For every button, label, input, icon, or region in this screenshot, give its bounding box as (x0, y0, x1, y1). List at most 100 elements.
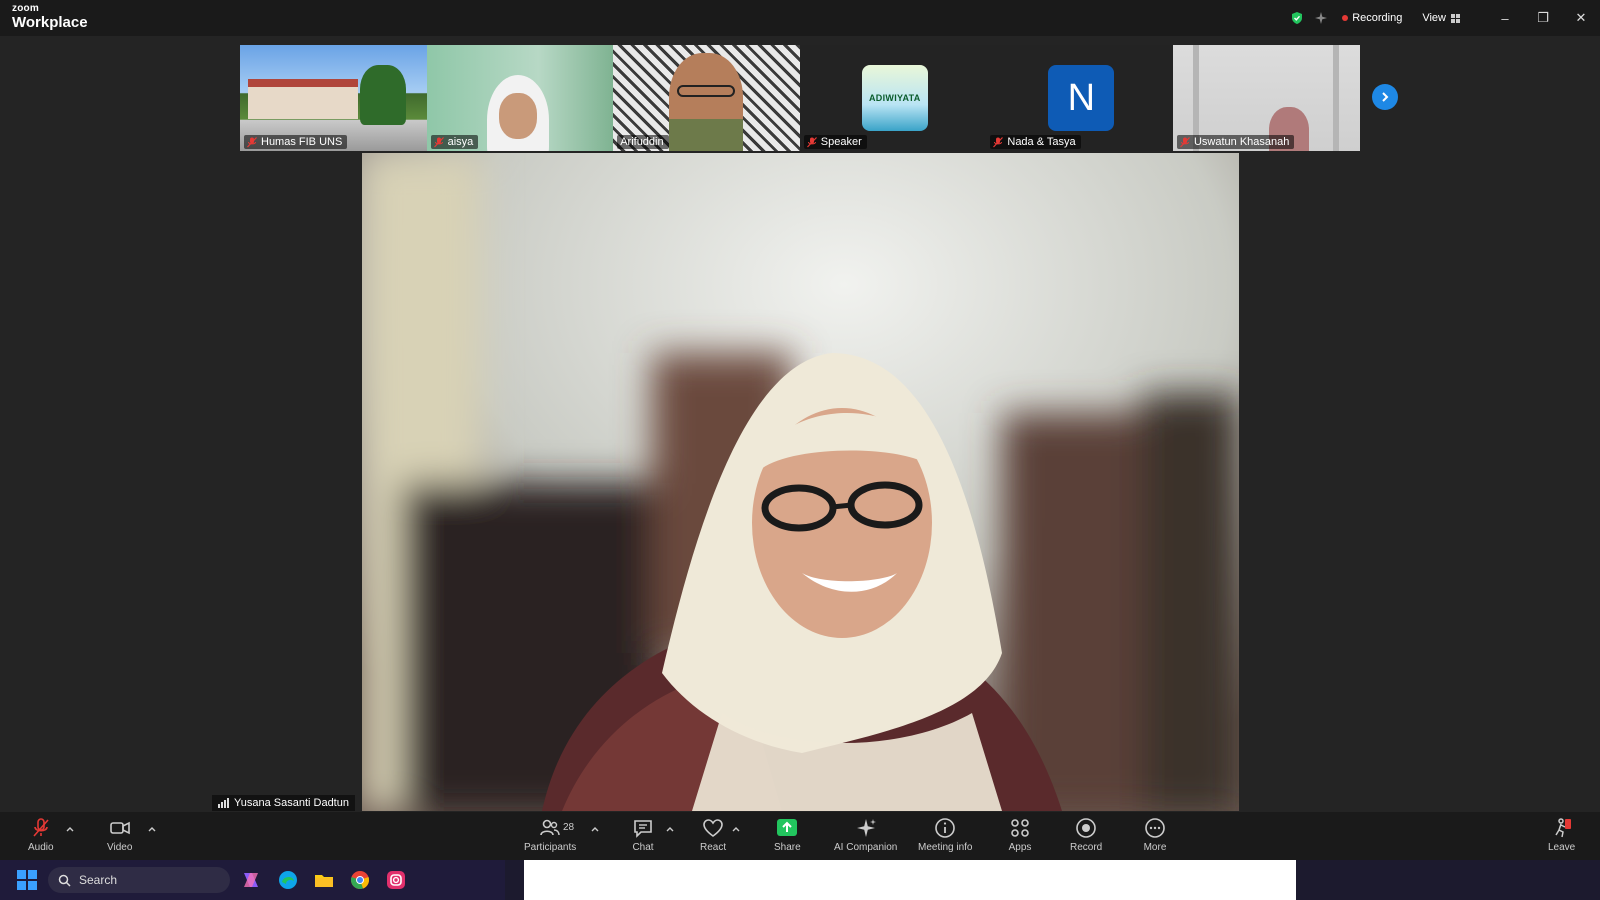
close-button[interactable]: ✕ (1562, 0, 1600, 36)
view-button[interactable]: View (1422, 12, 1460, 24)
participant-nameplate: Uswatun Khasanah (1176, 135, 1295, 149)
record-button[interactable]: Record (1070, 816, 1102, 853)
chat-options-caret-icon[interactable] (665, 824, 675, 834)
restore-button[interactable]: ❐ (1524, 0, 1562, 36)
apps-button[interactable]: Apps (1008, 816, 1032, 853)
main-speaker-video[interactable] (362, 153, 1239, 811)
ai-companion-label: AI Companion (834, 842, 898, 853)
ai-companion-button[interactable]: AI Companion (834, 816, 897, 853)
sparkle-icon[interactable] (1314, 11, 1328, 25)
avatar-text: ADIWIYATA (869, 93, 921, 103)
file-explorer-icon[interactable] (313, 869, 335, 891)
apps-label: Apps (1008, 842, 1032, 853)
shield-icon[interactable] (1290, 11, 1304, 25)
active-speaker-label: Yusana Sasanti Dadtun (212, 795, 355, 811)
leave-icon (1554, 818, 1571, 838)
camera-icon (109, 821, 130, 835)
participant-tile[interactable]: N Nada & Tasya (986, 45, 1173, 151)
leave-label: Leave (1548, 842, 1576, 853)
mic-off-icon (433, 136, 444, 147)
mic-off-icon (247, 136, 257, 147)
edge-browser-icon[interactable] (277, 869, 299, 891)
participants-icon (540, 819, 560, 836)
participant-tile[interactable]: ADIWIYATA Speaker (799, 45, 987, 151)
meeting-info-button[interactable]: Meeting info (918, 816, 972, 853)
audio-options-caret-icon[interactable] (65, 824, 75, 834)
os-taskbar: Search (0, 860, 1600, 900)
chevron-right-icon (1382, 92, 1389, 102)
more-icon (1145, 818, 1165, 838)
audio-button[interactable]: Audio (28, 816, 54, 853)
brand-big: Workplace (12, 14, 88, 31)
participant-nameplate: Humas FIB UNS (244, 135, 348, 149)
record-label: Record (1070, 842, 1103, 853)
more-label: More (1143, 842, 1167, 853)
participant-name: Arifuddin (620, 136, 664, 148)
share-screen-icon (777, 819, 798, 836)
participant-name: Speaker (820, 136, 862, 148)
speaker-video-frame (362, 153, 1239, 811)
video-button[interactable]: Video (107, 816, 132, 853)
record-icon (1076, 818, 1096, 838)
meeting-info-label: Meeting info (918, 842, 973, 853)
participant-tile[interactable]: Uswatun Khasanah (1172, 45, 1360, 151)
active-speaker-name: Yusana Sasanti Dadtun (234, 797, 349, 809)
grid-icon (1451, 13, 1460, 23)
brand-small: zoom (12, 3, 39, 14)
participant-name: Humas FIB UNS (261, 136, 343, 148)
windows-start-icon[interactable] (16, 869, 38, 891)
taskbar-search[interactable]: Search (48, 867, 230, 893)
participant-nameplate: Speaker (803, 135, 867, 149)
audio-label: Audio (28, 842, 54, 853)
leave-button[interactable]: Leave (1548, 816, 1575, 853)
avatar-initial: N (1067, 76, 1096, 119)
title-bar: zoom Workplace Recording View – ❐ ✕ (0, 0, 1600, 36)
mic-off-icon (1180, 136, 1190, 147)
heart-icon (703, 819, 723, 837)
recording-label: Recording (1352, 12, 1403, 24)
info-icon (935, 818, 956, 838)
participants-options-caret-icon[interactable] (590, 824, 600, 834)
search-placeholder: Search (79, 873, 118, 887)
app-logo: zoom Workplace (12, 3, 88, 31)
mic-muted-icon (33, 818, 49, 837)
share-label: Share (774, 842, 801, 853)
participant-avatar: ADIWIYATA (861, 65, 928, 131)
participant-nameplate: Arifuddin (617, 135, 669, 149)
mic-off-icon (806, 136, 817, 147)
mic-off-icon (993, 136, 1004, 147)
instagram-icon[interactable] (385, 869, 407, 891)
share-button[interactable]: Share (774, 816, 801, 853)
chrome-icon[interactable] (349, 869, 371, 891)
participants-count: 28 (563, 822, 575, 833)
participant-tile[interactable]: Humas FIB UNS (240, 45, 427, 151)
ai-sparkle-icon (856, 819, 876, 837)
signal-strength-icon (218, 798, 229, 808)
recording-dot-icon (1342, 15, 1349, 21)
meeting-toolbar: Audio Video Participants 28 Chat React S… (0, 812, 1600, 860)
participant-name: aisya (447, 136, 474, 148)
more-button[interactable]: More (1143, 816, 1167, 853)
recording-indicator[interactable]: Recording (1342, 12, 1402, 24)
view-label: View (1422, 12, 1446, 24)
participant-tile[interactable]: aisya (426, 45, 614, 151)
react-options-caret-icon[interactable] (731, 824, 741, 834)
taskbar-window-preview (524, 860, 1296, 900)
chat-icon (634, 820, 652, 838)
react-label: React (700, 842, 727, 853)
video-label: Video (107, 842, 133, 853)
participant-nameplate: aisya (430, 135, 479, 149)
copilot-icon[interactable] (240, 869, 262, 891)
video-options-caret-icon[interactable] (147, 824, 157, 834)
minimize-button[interactable]: – (1486, 0, 1524, 36)
chat-label: Chat (632, 842, 654, 853)
participant-tile[interactable]: Arifuddin (613, 45, 800, 151)
next-page-button[interactable] (1372, 84, 1398, 110)
participant-nameplate: Nada & Tasya (990, 135, 1081, 149)
participant-strip: Humas FIB UNS aisya Arifuddin ADIWIYATA … (240, 45, 1360, 151)
react-button[interactable]: React (700, 816, 726, 853)
participant-name: Nada & Tasya (1007, 136, 1076, 148)
chat-button[interactable]: Chat (631, 816, 655, 853)
participant-name: Uswatun Khasanah (1193, 136, 1290, 148)
apps-icon (1011, 819, 1029, 837)
